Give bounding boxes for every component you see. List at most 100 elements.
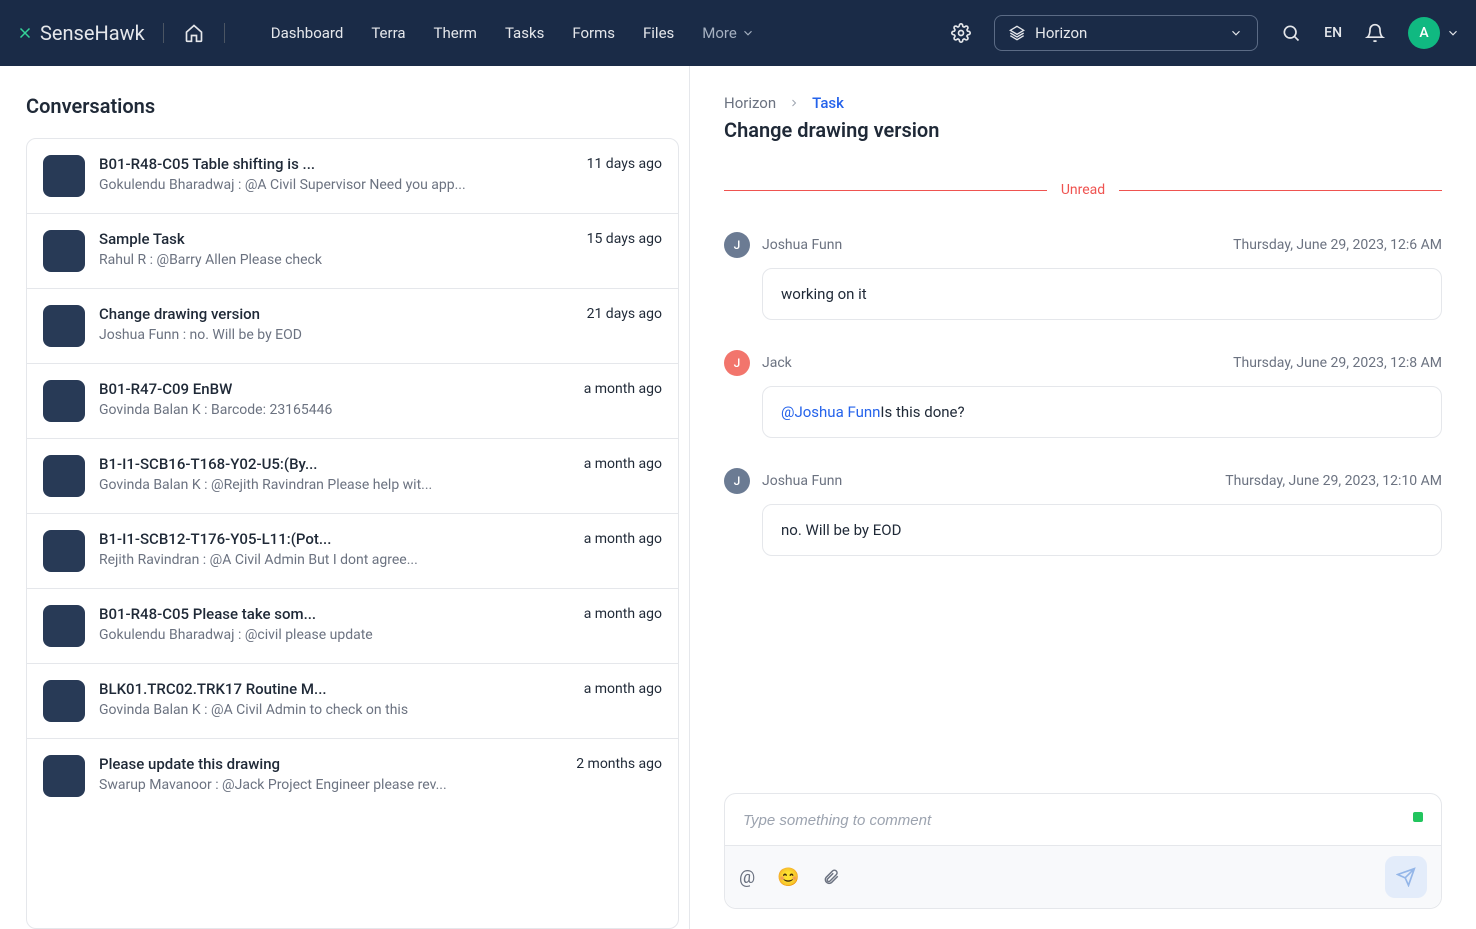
app-header: SenseHawk Dashboard Terra Therm Tasks Fo… [0,0,1476,66]
message-time: Thursday, June 29, 2023, 12:10 AM [1225,473,1442,489]
conversation-preview: Govinda Balan K : Barcode: 23165446 [99,402,662,418]
home-button[interactable] [182,21,206,45]
conversation-time: 21 days ago [587,306,662,322]
chevron-down-icon [1446,26,1460,40]
conversation-item[interactable]: Sample Task 15 days ago Rahul R : @Barry… [27,214,678,289]
send-button[interactable] [1385,856,1427,898]
nav-terra[interactable]: Terra [371,24,405,42]
conversation-preview: Swarup Mavanoor : @Jack Project Engineer… [99,777,662,793]
emoji-button[interactable]: 😊 [777,867,799,888]
nav-more-label: More [702,24,737,42]
chevron-down-icon [1229,26,1243,40]
nav-files[interactable]: Files [643,24,674,42]
composer: @ 😊 [724,793,1442,909]
conversation-title: BLK01.TRC02.TRK17 Routine M... [99,680,327,698]
chevron-right-icon [788,97,800,109]
user-menu[interactable]: A [1408,17,1460,49]
conversation-title: B01-R48-C05 Please take som... [99,605,316,623]
logo: SenseHawk [16,21,145,45]
conversation-title: Change drawing version [99,305,260,323]
logo-icon [16,24,34,42]
divider [163,23,164,43]
separator-line [1119,190,1442,191]
conversation-body: B01-R47-C09 EnBW a month ago Govinda Bal… [99,380,662,422]
conversation-thumbnail [43,530,85,572]
message-time: Thursday, June 29, 2023, 12:8 AM [1233,355,1442,371]
project-select[interactable]: Horizon [994,15,1258,51]
conversation-preview: Gokulendu Bharadwaj : @civil please upda… [99,627,662,643]
conversation-item[interactable]: B1-I1-SCB16-T168-Y02-U5:(By... a month a… [27,439,678,514]
mention-button[interactable]: @ [739,867,755,888]
conversation-preview: Joshua Funn : no. Will be by EOD [99,327,662,343]
settings-button[interactable] [950,22,972,44]
conversation-thumbnail [43,455,85,497]
composer-toolbar: @ 😊 [725,845,1441,908]
conversation-body: B01-R48-C05 Table shifting is ... 11 day… [99,155,662,197]
search-button[interactable] [1280,22,1302,44]
divider [224,23,225,43]
message-author: Joshua Funn [762,237,842,253]
message-avatar: J [724,232,750,258]
conversations-list[interactable]: B01-R48-C05 Table shifting is ... 11 day… [26,138,679,929]
chevron-down-icon [741,26,755,40]
message-bubble: no. Will be by EOD [762,504,1442,556]
conversation-thumbnail [43,755,85,797]
conversation-preview: Govinda Balan K : @Rejith Ravindran Plea… [99,477,662,493]
search-icon [1281,23,1301,43]
conversation-item[interactable]: B1-I1-SCB12-T176-Y05-L11:(Pot... a month… [27,514,678,589]
breadcrumb-project[interactable]: Horizon [724,94,776,112]
conversation-time: a month ago [584,681,662,697]
conversation-body: B1-I1-SCB12-T176-Y05-L11:(Pot... a month… [99,530,662,572]
breadcrumb: Horizon Task [724,94,1442,112]
conversation-title: Sample Task [99,230,185,248]
conversation-item[interactable]: B01-R48-C05 Table shifting is ... 11 day… [27,139,678,214]
unread-label: Unread [1061,182,1105,198]
breadcrumb-task[interactable]: Task [812,94,844,112]
notifications-button[interactable] [1364,22,1386,44]
message-header: J Jack Thursday, June 29, 2023, 12:8 AM [724,350,1442,376]
attach-button[interactable] [822,868,840,886]
conversation-item[interactable]: BLK01.TRC02.TRK17 Routine M... a month a… [27,664,678,739]
conversation-item[interactable]: B01-R47-C09 EnBW a month ago Govinda Bal… [27,364,678,439]
messages-list: J Joshua Funn Thursday, June 29, 2023, 1… [724,232,1442,783]
message-author: Jack [762,355,792,371]
avatar: A [1408,17,1440,49]
mention: @Joshua Funn [781,403,880,421]
conversations-title: Conversations [26,94,689,118]
conversation-title: B1-I1-SCB12-T176-Y05-L11:(Pot... [99,530,331,548]
header-right: Horizon EN A [950,15,1460,51]
language-toggle[interactable]: EN [1324,25,1342,41]
home-icon [184,23,204,43]
paperclip-icon [822,868,840,886]
nav-dashboard[interactable]: Dashboard [271,24,344,42]
conversation-body: Change drawing version 21 days ago Joshu… [99,305,662,347]
logo-text: SenseHawk [40,21,145,45]
nav-tasks[interactable]: Tasks [505,24,544,42]
conversation-item[interactable]: Change drawing version 21 days ago Joshu… [27,289,678,364]
nav-forms[interactable]: Forms [572,24,615,42]
conversation-time: 2 months ago [576,756,662,772]
send-icon [1396,867,1416,887]
nav-therm[interactable]: Therm [434,24,477,42]
conversation-thumbnail [43,380,85,422]
conversation-preview: Rejith Ravindran : @A Civil Admin But I … [99,552,662,568]
message-header: J Joshua Funn Thursday, June 29, 2023, 1… [724,232,1442,258]
project-select-text: Horizon [1035,24,1219,42]
conversation-time: 15 days ago [587,231,662,247]
conversation-time: a month ago [584,381,662,397]
nav-more[interactable]: More [702,24,755,42]
comment-input[interactable] [743,812,1423,829]
message-bubble: working on it [762,268,1442,320]
conversations-panel: Conversations B01-R48-C05 Table shifting… [0,66,690,929]
main-nav: Dashboard Terra Therm Tasks Forms Files … [271,24,755,42]
conversation-item[interactable]: B01-R48-C05 Please take som... a month a… [27,589,678,664]
conversation-item[interactable]: Please update this drawing 2 months ago … [27,739,678,813]
conversation-thumbnail [43,680,85,722]
message: J Joshua Funn Thursday, June 29, 2023, 1… [724,468,1442,556]
conversation-time: a month ago [584,456,662,472]
bell-icon [1365,23,1385,43]
layers-icon [1009,25,1025,41]
conversation-thumbnail [43,230,85,272]
conversation-thumbnail [43,155,85,197]
message-avatar: J [724,350,750,376]
